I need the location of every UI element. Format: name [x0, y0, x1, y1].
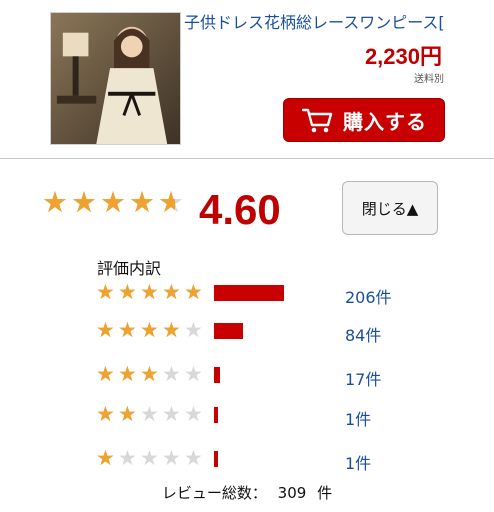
breakdown-title: 評価内訳: [97, 259, 162, 278]
star-icon: ★★: [96, 280, 115, 304]
star-icon: ★★: [184, 280, 203, 304]
rating-bar: [214, 285, 284, 301]
star-icon: ★★: [118, 280, 137, 304]
star-icon: ★★: [71, 185, 97, 219]
buy-button[interactable]: 購入する: [283, 98, 445, 142]
row-stars: ★★★★★★★★★★: [96, 320, 206, 341]
rating-count-link[interactable]: 206件: [345, 284, 392, 308]
rating-bar: [214, 407, 218, 423]
star-icon: ★★: [184, 446, 203, 470]
star-icon: ★★: [96, 402, 115, 426]
row-stars: ★★★★★★★★★★: [96, 364, 206, 385]
rating-count-link[interactable]: 1件: [345, 406, 371, 430]
rating-bar: [214, 367, 220, 383]
star-icon: ★★: [140, 446, 159, 470]
star-icon: ★★: [162, 362, 181, 386]
close-button[interactable]: 閉じる▲: [342, 181, 438, 235]
star-icon: ★★: [158, 185, 184, 219]
star-icon: ★★: [42, 185, 68, 219]
rating-row-3: ★★★★★★★★★★17件: [96, 364, 396, 390]
star-icon: ★★: [184, 402, 203, 426]
rating-count-link[interactable]: 1件: [345, 450, 371, 474]
rating-bar: [214, 451, 218, 467]
rating-row-2: ★★★★★★★★★★1件: [96, 404, 396, 430]
review-total: レビュー総数： 309 件: [0, 482, 494, 503]
section-divider: [0, 158, 494, 159]
star-icon: ★★: [184, 318, 203, 342]
rating-row-1: ★★★★★★★★★★1件: [96, 448, 396, 474]
product-photo: [51, 13, 180, 144]
star-icon: ★★: [96, 318, 115, 342]
row-stars: ★★★★★★★★★★: [96, 448, 206, 469]
star-icon: ★★: [118, 402, 137, 426]
average-rating-value: 4.60: [199, 186, 281, 233]
cart-icon: [301, 108, 333, 133]
shipping-note: 送料別: [414, 74, 444, 85]
product-title-link[interactable]: 子供ドレス花柄総レースワンピース[: [184, 12, 484, 34]
review-total-value: 309: [277, 484, 307, 502]
star-icon: ★★: [96, 362, 115, 386]
star-icon: ★★: [118, 318, 137, 342]
buy-button-label: 購入する: [343, 109, 427, 134]
star-icon: ★★: [162, 402, 181, 426]
star-icon: ★★: [118, 446, 137, 470]
star-icon: ★★: [184, 362, 203, 386]
star-icon: ★★: [118, 362, 137, 386]
star-icon: ★★: [140, 280, 159, 304]
product-image[interactable]: [50, 12, 181, 145]
rating-count-link[interactable]: 17件: [345, 366, 381, 390]
rating-row-4: ★★★★★★★★★★84件: [96, 320, 396, 346]
rating-bar: [214, 323, 243, 339]
product-price: 2,230円: [364, 44, 442, 69]
star-icon: ★★: [96, 446, 115, 470]
row-stars: ★★★★★★★★★★: [96, 282, 206, 303]
star-icon: ★★: [140, 318, 159, 342]
rating-row-5: ★ ★ ★ ★ ★ ★ ★ ★ ★ ★ 206件: [96, 282, 396, 308]
star-icon: ★★: [162, 280, 181, 304]
star-icon: ★★: [140, 402, 159, 426]
review-total-unit: 件: [317, 484, 333, 502]
star-icon: ★★: [100, 185, 126, 219]
average-star-rating: ★ ★ ★ ★ ★ ★ ★ ★ ★ ★: [42, 188, 187, 217]
rating-count-link[interactable]: 84件: [345, 322, 381, 346]
review-total-label: レビュー総数：: [161, 484, 267, 502]
row-stars: ★★★★★★★★★★: [96, 404, 206, 425]
star-icon: ★★: [140, 362, 159, 386]
star-icon: ★★: [162, 446, 181, 470]
star-icon: ★★: [162, 318, 181, 342]
star-icon: ★★: [129, 185, 155, 219]
